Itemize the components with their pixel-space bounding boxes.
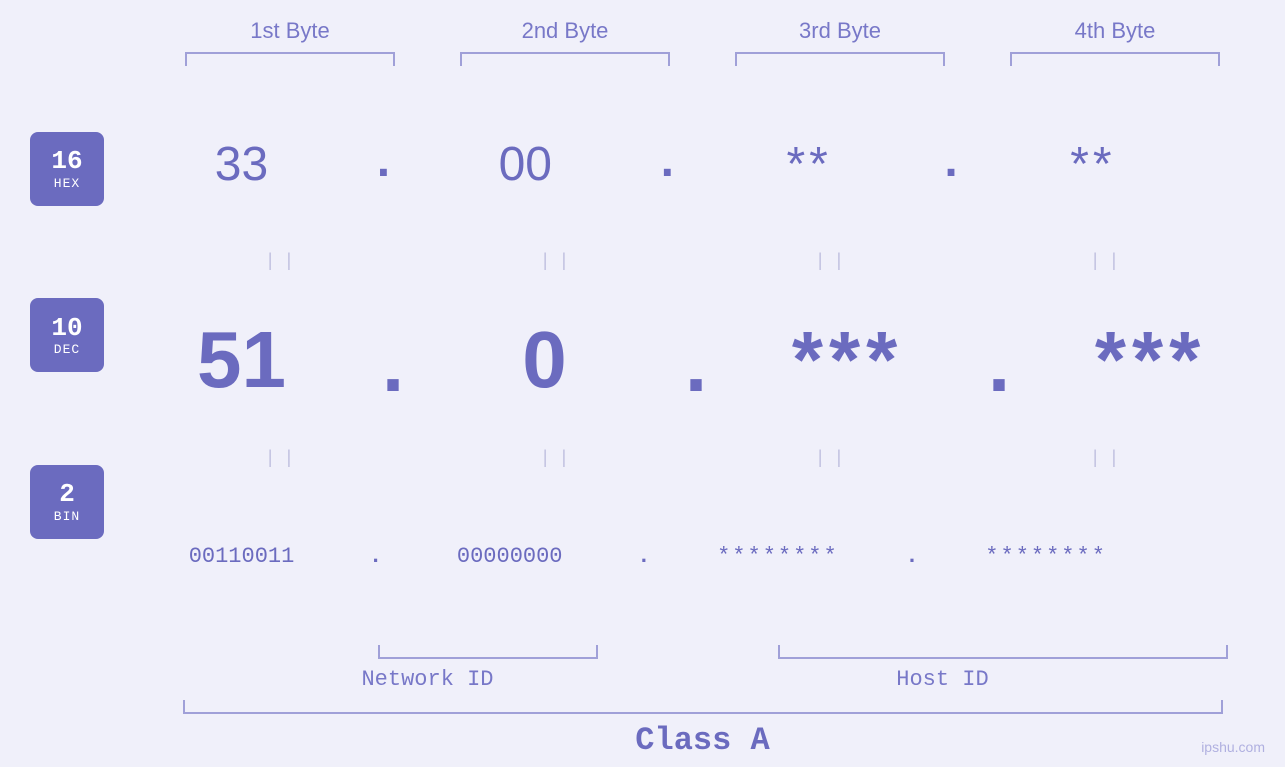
top-brackets xyxy=(60,48,1285,66)
content-area: 16 HEX 10 DEC 2 BIN 33 . xyxy=(0,76,1285,645)
dec-b2-value: 0 xyxy=(522,314,567,406)
dot-bin-1: . xyxy=(369,544,382,569)
dot-dec-3: . xyxy=(975,325,1023,416)
byte2-header: 2nd Byte xyxy=(428,18,703,44)
host-id-bracket xyxy=(728,645,1278,663)
dec-values-row: 51 . 0 . *** . *** xyxy=(104,305,1285,416)
bracket-byte2 xyxy=(428,48,703,66)
hex-values-row: 33 . 00 . ** . ** xyxy=(104,137,1230,192)
dot-bin-3: . xyxy=(905,544,918,569)
dec-b3-cell: *** xyxy=(710,314,985,406)
network-id-bracket-inner xyxy=(378,645,598,659)
bin-row-group: 00110011 . 00000000 . ******** . *******… xyxy=(104,469,1285,645)
bracket-byte3 xyxy=(703,48,978,66)
dot-hex-1: . xyxy=(369,137,398,191)
hex-b3-value: ** xyxy=(786,137,831,192)
host-id-bracket-inner xyxy=(778,645,1228,659)
bin-b1-value: 00110011 xyxy=(189,544,295,569)
eq1-b4: || xyxy=(971,252,1246,272)
bracket-inner-byte1 xyxy=(185,52,395,66)
hex-b2-cell: 00 xyxy=(388,137,663,192)
hex-b2-value: 00 xyxy=(499,137,552,192)
eq1-b2: || xyxy=(421,252,696,272)
hex-b4-value: ** xyxy=(1070,137,1115,192)
bracket-byte1 xyxy=(153,48,428,66)
bin-b1-cell: 00110011 xyxy=(104,544,379,569)
hex-b3-cell: ** xyxy=(672,137,947,192)
dec-badge-num: 10 xyxy=(51,314,82,343)
bin-badge: 2 BIN xyxy=(30,465,104,539)
host-id-label: Host ID xyxy=(668,667,1218,692)
eq2-b1: || xyxy=(146,449,421,469)
dot-dec-2: . xyxy=(672,325,720,416)
values-grid: 33 . 00 . ** . ** xyxy=(104,76,1285,645)
hex-badge: 16 HEX xyxy=(30,132,104,206)
dec-b2-cell: 0 xyxy=(407,314,682,406)
bin-b2-cell: 00000000 xyxy=(372,544,647,569)
dec-b4-cell: *** xyxy=(1013,314,1285,406)
hex-b4-cell: ** xyxy=(955,137,1230,192)
bin-b2-value: 00000000 xyxy=(457,544,563,569)
dec-badge-label: DEC xyxy=(54,342,80,357)
hex-badge-num: 16 xyxy=(51,147,82,176)
class-a-label: Class A xyxy=(635,722,769,759)
class-a-row: Class A xyxy=(120,722,1285,767)
long-bracket-row xyxy=(120,700,1285,714)
long-bracket-inner xyxy=(183,700,1223,714)
dot-hex-2: . xyxy=(653,137,682,191)
hex-row-group: 33 . 00 . ** . ** xyxy=(104,76,1285,252)
bin-values-row: 00110011 . 00000000 . ******** . *******… xyxy=(104,544,1184,569)
eq2-b2: || xyxy=(421,449,696,469)
bracket-inner-byte4 xyxy=(1010,52,1220,66)
hex-b1-cell: 33 xyxy=(104,137,379,192)
dec-row-group: 51 . 0 . *** . *** xyxy=(104,272,1285,448)
bracket-inner-byte3 xyxy=(735,52,945,66)
dec-b1-value: 51 xyxy=(197,314,286,406)
eq1-b1: || xyxy=(146,252,421,272)
id-labels-row: Network ID Host ID xyxy=(120,667,1285,692)
equals-sep-1: || || || || xyxy=(104,252,1285,272)
byte1-header: 1st Byte xyxy=(153,18,428,44)
dot-hex-3: . xyxy=(937,137,966,191)
dec-b1-cell: 51 xyxy=(104,314,379,406)
eq1-b3: || xyxy=(696,252,971,272)
dot-bin-2: . xyxy=(637,544,650,569)
eq2-b3: || xyxy=(696,449,971,469)
bin-b3-value: ******** xyxy=(717,544,839,569)
bottom-section: Network ID Host ID Class A ipshu.com xyxy=(0,645,1285,767)
hex-b1-value: 33 xyxy=(215,137,268,192)
byte-headers: 1st Byte 2nd Byte 3rd Byte 4th Byte xyxy=(60,0,1285,44)
main-container: 1st Byte 2nd Byte 3rd Byte 4th Byte 16 H… xyxy=(0,0,1285,767)
dot-dec-1: . xyxy=(369,325,417,416)
network-id-label: Network ID xyxy=(188,667,668,692)
bin-b3-cell: ******** xyxy=(640,544,915,569)
dec-badge: 10 DEC xyxy=(30,298,104,372)
byte3-header: 3rd Byte xyxy=(703,18,978,44)
hex-badge-label: HEX xyxy=(54,176,80,191)
eq2-b4: || xyxy=(971,449,1246,469)
bracket-byte4 xyxy=(978,48,1253,66)
id-brackets-row xyxy=(120,645,1285,663)
watermark: ipshu.com xyxy=(1201,739,1265,755)
bin-b4-cell: ******** xyxy=(909,544,1184,569)
bin-badge-num: 2 xyxy=(59,480,75,509)
bin-b4-value: ******** xyxy=(985,544,1107,569)
bracket-inner-byte2 xyxy=(460,52,670,66)
equals-sep-2: || || || || xyxy=(104,449,1285,469)
badges-column: 16 HEX 10 DEC 2 BIN xyxy=(0,76,104,645)
byte4-header: 4th Byte xyxy=(978,18,1253,44)
dec-b3-value: *** xyxy=(792,314,903,406)
network-id-bracket xyxy=(248,645,728,663)
bin-badge-label: BIN xyxy=(54,509,80,524)
dec-b4-value: *** xyxy=(1095,314,1206,406)
